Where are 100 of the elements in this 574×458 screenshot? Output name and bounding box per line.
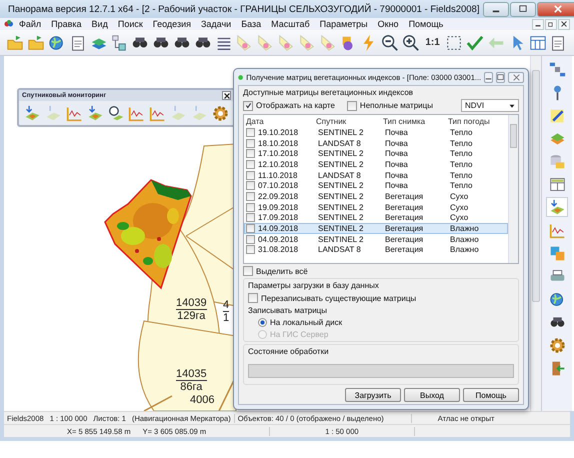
maximize-icon [519,5,528,13]
zoom-in-icon[interactable] [401,32,420,52]
minimize-button[interactable] [483,2,510,16]
dialog-button[interactable]: Выход [404,388,460,402]
table-row[interactable]: 31.08.2018 LANDSAT 8 Вегетация Влажно [244,244,508,256]
row-checkbox[interactable] [246,202,255,212]
table-row[interactable]: 17.10.2018 SENTINEL 2 Почва Тепло [244,148,508,160]
row-checkbox[interactable] [246,160,255,169]
menu-item[interactable]: Задачи [196,19,236,29]
row-checkbox[interactable] [246,128,255,137]
table-row[interactable]: 22.09.2018 SENTINEL 2 Вегетация Сухо [244,191,508,202]
table-cell-text: 12.10.2018 [258,160,300,169]
table-row[interactable]: 19.09.2018 SENTINEL 2 Вегетация Сухо [244,202,508,212]
table-cell-text: Сухо [450,202,470,212]
close-icon [561,21,567,27]
table-row[interactable]: 18.10.2018 LANDSAT 8 Почва Тепло [244,138,508,148]
selected-table-row[interactable]: 14.09.2018 SENTINEL 2 Вегетация Влажно [244,223,508,234]
menu-item[interactable]: Геодезия [148,19,196,29]
minimize-button[interactable] [532,18,544,30]
row-checkbox[interactable] [246,181,255,190]
map-download-icon[interactable] [23,103,42,123]
column-header[interactable]: Спутник [316,116,383,126]
field-area: 129га [177,310,206,322]
table-cell-text: SENTINEL 2 [318,192,364,201]
tag-icon[interactable] [276,32,296,52]
zoom-out-icon[interactable] [380,32,400,52]
table-cell-text: 17.10.2018 [258,149,300,158]
table-cell-text: Почва [385,128,409,137]
restore-button[interactable] [545,18,557,30]
table-row[interactable]: 12.10.2018 SENTINEL 2 Почва Тепло [244,159,508,170]
table-cell-text: SENTINEL 2 [318,181,364,190]
column-header[interactable]: Дата [246,116,316,126]
maximize-button[interactable] [496,72,506,82]
column-header[interactable]: Тип погоды [448,116,503,126]
table-cell-text: Вегетация [385,224,424,234]
table-cell-text: 07.10.2018 [258,181,300,190]
show-on-map-checkbox[interactable]: Отображать на карте [243,100,335,110]
row-checkbox[interactable] [246,192,255,201]
maximize-icon [497,74,504,80]
check-icon [244,102,252,109]
close-icon [554,5,562,13]
menu-item[interactable]: Вид [86,19,113,29]
table-cell-text: Влажно [450,245,480,254]
row-checkbox[interactable] [246,234,255,244]
table-row[interactable]: 04.09.2018 SENTINEL 2 Вегетация Влажно [244,234,508,245]
overwrite-checkbox[interactable]: Перезаписывать существующие матрицы [248,293,514,303]
table-cell-text: Тепло [450,149,474,158]
dialog-button[interactable]: Помощь [463,388,519,402]
document-tree-icon[interactable] [110,32,129,52]
menu-item[interactable]: База [236,19,266,29]
tag-icon[interactable] [256,32,275,52]
status-dot-icon [238,72,244,82]
scrollbar[interactable] [508,115,518,263]
close-icon [512,74,520,80]
row-checkbox[interactable] [246,149,255,158]
table-row[interactable]: 19.10.2018 SENTINEL 2 Почва Тепло [244,127,508,138]
row-checkbox[interactable] [246,138,255,148]
table-cell-text: SENTINEL 2 [318,213,364,222]
search-icon[interactable] [106,103,126,123]
menu-item[interactable]: Правка [46,19,87,29]
row-checkbox[interactable] [246,213,255,222]
table-cell-text: Почва [385,149,409,158]
column-header[interactable]: Тип снимка [383,116,448,126]
table-cell-text: SENTINEL 2 [318,202,364,212]
menu-item[interactable]: Параметры [314,19,373,29]
table-cell-text: 17.09.2018 [258,213,300,222]
document-logo-icon [4,19,14,29]
group-title: Параметры загрузки в базу данных [248,281,380,290]
incomplete-matrices-checkbox[interactable]: Неполные матрицы [346,100,433,110]
minimize-button[interactable] [484,72,494,82]
scrollbar[interactable] [530,56,541,411]
select-all-checkbox[interactable]: Выделить всё [243,266,519,276]
table-cell-text: 19.10.2018 [258,128,300,137]
table-row[interactable]: 17.09.2018 SENTINEL 2 Вегетация Сухо [244,212,508,224]
menu-item[interactable]: Поиск [112,19,148,29]
index-dropdown[interactable]: NDVI [461,99,519,112]
table-cell-text: LANDSAT 8 [318,245,362,254]
table-row[interactable]: 07.10.2018 SENTINEL 2 Почва Тепло [244,180,508,192]
menu-item[interactable]: Окно [372,19,404,29]
table-cell-text: Влажно [450,234,480,244]
dialog-button[interactable]: Загрузить [345,388,401,402]
close-button[interactable] [222,91,231,100]
row-checkbox[interactable] [246,170,255,180]
row-checkbox[interactable] [246,245,255,254]
table-cell-text: Вегетация [385,192,424,201]
field-number: 14039 [176,297,207,310]
table-cell-text: Вегетация [385,202,424,212]
group-title: Доступные матрицы вегетационных индексов [243,88,414,97]
table-row[interactable]: 11.10.2018 LANDSAT 8 Почва Тепло [244,170,508,180]
menu-item[interactable]: Файл [14,19,46,29]
actual-size-button[interactable]: 1:1 [422,32,443,52]
radio-option[interactable]: На локальный диск [248,318,514,327]
map-download-icon[interactable] [546,197,568,217]
menu-item[interactable]: Помощь [404,19,448,29]
menu-item[interactable]: Масштаб [266,19,315,29]
field-area: 1 [223,312,230,324]
row-checkbox[interactable] [246,224,255,234]
field-number: 4006 [190,394,214,406]
table-cell-text: 11.10.2018 [258,170,298,180]
maximize-button[interactable] [510,2,536,16]
